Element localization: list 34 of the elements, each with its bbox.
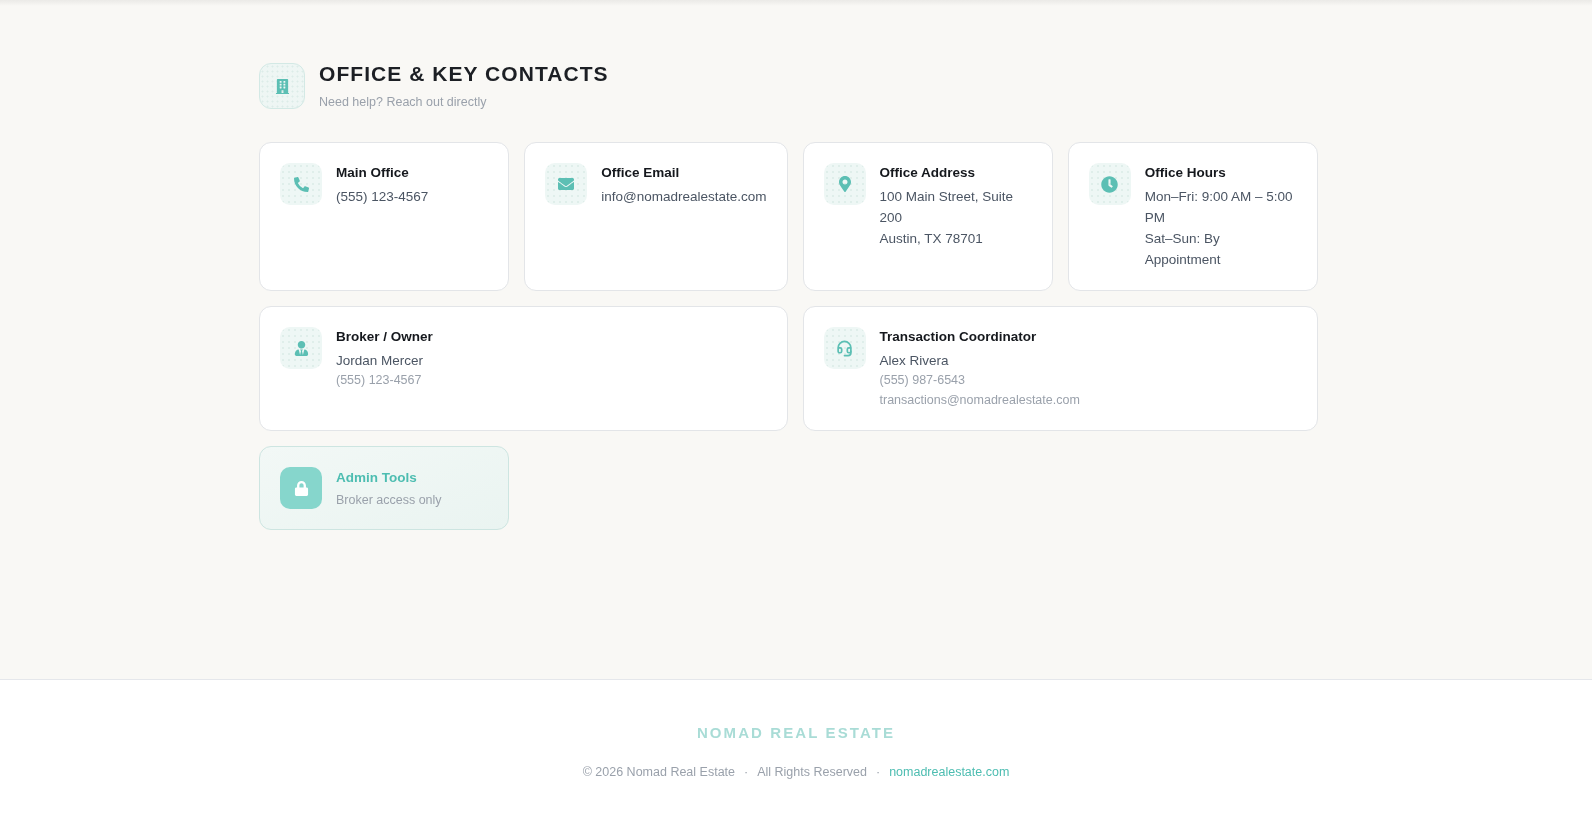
card-text: info@nomadrealestate.com xyxy=(601,188,767,206)
building-icon xyxy=(259,63,305,109)
contact-detail: (555) 987-6543 xyxy=(879,372,966,389)
admin-tools-button[interactable]: Admin Tools Broker access only xyxy=(259,446,510,530)
section-subtitle: Need help? Reach out directly xyxy=(319,94,488,111)
card-title: Office Hours xyxy=(1144,164,1227,182)
clock-icon xyxy=(1088,163,1131,205)
card-title: Office Address xyxy=(879,164,977,182)
card-title: Transaction Coordinator xyxy=(879,328,1038,346)
card-title: Office Email xyxy=(601,164,681,182)
footer-brand: NOMAD REAL ESTATE xyxy=(696,723,896,743)
phone-icon xyxy=(280,163,322,205)
separator-dot: · xyxy=(744,764,749,781)
card-title: Main Office xyxy=(336,164,410,182)
card-text: 100 Main Street, Suite 200 xyxy=(879,188,1015,227)
contact-name: Jordan Mercer xyxy=(336,352,425,370)
card-text: (555) 123-4567 xyxy=(336,188,429,206)
envelope-icon xyxy=(545,163,588,205)
website-link[interactable]: nomadrealestate.com xyxy=(889,763,1010,781)
card-title: Broker / Owner xyxy=(336,328,433,346)
footer-text: © 2026 Nomad Real Estate xyxy=(582,764,735,781)
card-text: Sat–Sun: By Appointment xyxy=(1144,230,1222,269)
lock-icon xyxy=(280,467,322,509)
person-with-tie-icon xyxy=(280,327,322,369)
separator-dot: · xyxy=(875,764,881,781)
card-text: Austin, TX 78701 xyxy=(879,230,984,248)
footer-text: All Rights Reserved xyxy=(757,764,867,781)
headset-icon xyxy=(823,327,866,369)
contact-detail: (555) 123-4567 xyxy=(336,372,423,389)
map-pin-icon xyxy=(823,163,866,205)
card-text: Mon–Fri: 9:00 AM – 5:00 PM xyxy=(1144,188,1294,227)
section-title: OFFICE & KEY CONTACTS xyxy=(319,61,609,87)
contact-detail: transactions@nomadrealestate.com xyxy=(879,391,1080,409)
contact-name: Alex Rivera xyxy=(879,352,950,370)
